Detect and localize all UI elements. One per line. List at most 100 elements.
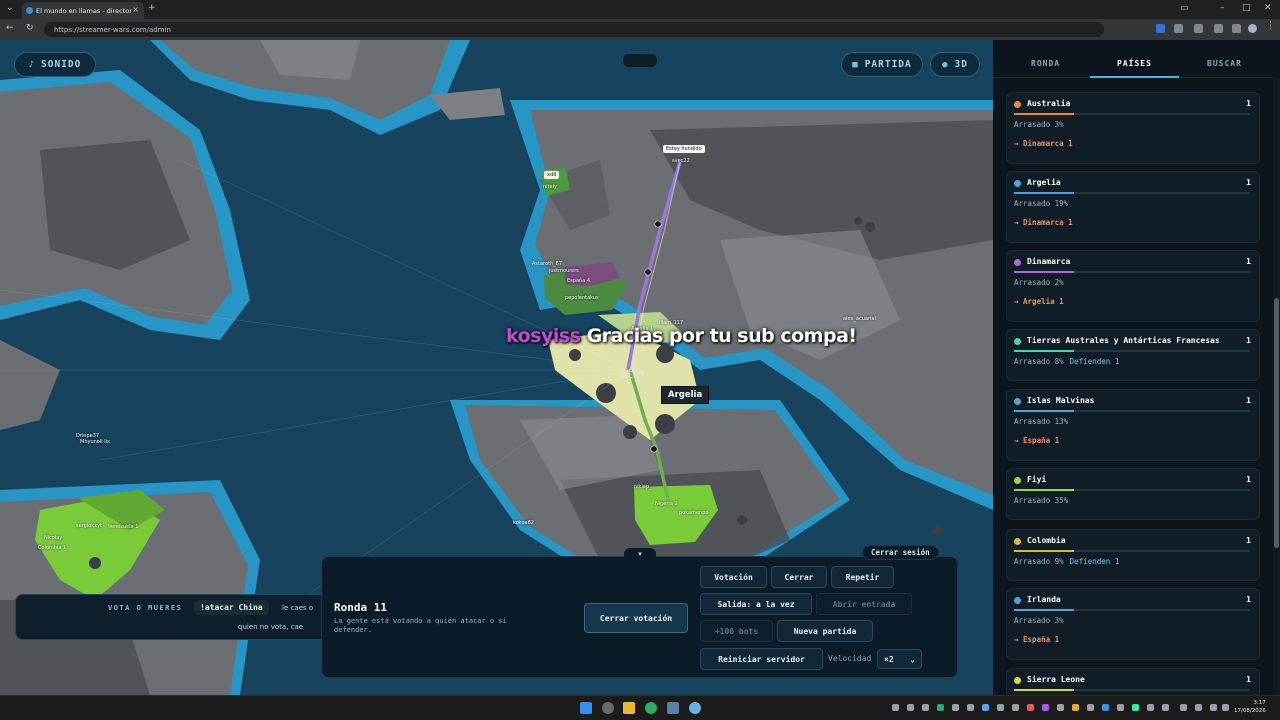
devastation-bar-fill [1014,192,1074,194]
tab-title: El mundo en llamas - director [36,6,132,15]
map-label: Mhyunoll lix [80,439,110,445]
tray-icon[interactable] [997,704,1004,711]
reload-icon[interactable]: ↻ [26,23,34,33]
devastation-bar [1014,609,1250,611]
close-window-icon[interactable]: ✕ [1264,3,1272,13]
country-card[interactable]: Australia 1 Arrasado 3% → Dinamarca 1 [1006,92,1260,164]
tray-icon[interactable] [1057,704,1064,711]
tray-icon[interactable] [967,704,974,711]
map-label: Astaroth_87 [532,261,563,267]
country-player-count: 1 [1246,396,1251,405]
tab-round[interactable]: RONDA [1031,59,1060,68]
start-icon[interactable] [580,702,592,714]
tray-icon[interactable] [937,704,944,711]
window-icon[interactable]: ▭ [1180,3,1189,13]
tray-icon[interactable] [1102,704,1109,711]
extensions-icon[interactable] [1214,24,1223,33]
wifi-icon[interactable] [1210,704,1217,711]
steam-icon[interactable] [667,702,679,714]
tab-search-icon[interactable]: ⌄ [6,3,14,13]
close-button[interactable]: Cerrar [771,566,827,588]
bookmarks-icon[interactable] [1232,24,1241,33]
attack-target: → Argelia 1 [1014,297,1064,306]
tray-icon[interactable] [1195,704,1202,711]
defend-text: Defienden 1 [1069,357,1120,366]
vote-button[interactable]: Votación [700,566,767,588]
tray-icon[interactable] [1180,704,1187,711]
sound-button[interactable]: ♪ SONIDO [14,52,96,77]
country-card[interactable]: Fiyi 1 Arrasado 35% [1006,468,1260,520]
browser-toolbar: ← ↻ https://streamer-wars.com/admin ⋮ [0,19,1280,40]
scrollbar-thumb[interactable] [1274,298,1279,548]
tray-icon[interactable] [1147,704,1154,711]
system-clock[interactable]: 3:17 17/08/2026 [1234,699,1266,715]
tray-icon[interactable] [1087,704,1094,711]
speed-value: ×2 [884,654,894,664]
collapse-panel-icon[interactable]: ▾ [624,548,656,560]
country-card[interactable]: Irlanda 1 Arrasado 3% → España 1 [1006,588,1260,660]
tray-icon[interactable] [1012,704,1019,711]
tray-icon[interactable] [1027,704,1034,711]
sound-label: SONIDO [41,59,82,70]
tray-icon[interactable] [952,704,959,711]
tray-icon[interactable] [1117,704,1124,711]
close-tab-icon[interactable]: × [132,5,139,14]
devastation-bar [1014,550,1250,552]
sidebar-scrollbar[interactable] [1273,78,1280,695]
country-card[interactable]: Islas Malvinas 1 Arrasado 13% → España 1 [1006,389,1260,461]
volume-icon[interactable] [1222,704,1229,711]
map-label: Colombia 1 [38,545,67,551]
devastation-text: Arrasado 8% [1014,357,1064,366]
open-entry-button[interactable]: Abrir entrada [816,593,912,615]
extension-icon[interactable] [1174,24,1183,33]
country-player-count: 1 [1246,178,1251,187]
tray-icon[interactable] [1132,704,1139,711]
tray-icon[interactable] [1072,704,1079,711]
minimize-icon[interactable]: – [1220,3,1225,13]
tray-icon[interactable] [1162,704,1169,711]
map-label: alex_acuarial [843,316,876,322]
tab-search[interactable]: BUSCAR [1207,59,1242,68]
folder-icon[interactable] [623,702,635,714]
add-bots-button[interactable]: +100 bots [700,620,773,642]
devastation-bar [1014,489,1250,491]
tray-icon[interactable] [922,704,929,711]
back-icon[interactable]: ← [6,23,14,33]
browser-tab-strip: ⌄ El mundo en llamas - director × + ▭ – … [0,0,1280,19]
menu-icon[interactable]: ⋮ [1266,21,1275,31]
country-card[interactable]: Sierra Leone 1 [1006,668,1260,698]
tray-icon[interactable] [1042,704,1049,711]
close-vote-button[interactable]: Cerrar votación [584,603,688,633]
search-icon[interactable] [602,702,614,714]
devastation-bar [1014,113,1250,115]
new-tab-button[interactable]: + [148,3,156,13]
view-3d-button[interactable]: ● 3D [930,52,980,77]
repeat-button[interactable]: Repetir [831,566,894,588]
new-match-button[interactable]: Nueva partida [777,620,873,642]
speed-select[interactable]: ×2 ⌄ [877,649,922,669]
country-player-count: 1 [1246,257,1251,266]
tray-icon[interactable] [982,704,989,711]
map-label: sergiokxyt [76,523,103,529]
close-session-button[interactable]: Cerrar sesión [862,545,939,560]
extension-icon[interactable] [1156,24,1165,33]
extension-icon[interactable] [1194,24,1203,33]
tray-icon[interactable] [892,704,899,711]
match-button[interactable]: ■ PARTIDA [841,52,923,77]
country-card[interactable]: Colombia 1 Arrasado 9% Defienden 1 [1006,529,1260,581]
attack-target: → España 1 [1014,436,1060,445]
country-player-count: 1 [1246,475,1251,484]
tab-countries[interactable]: PAÍSES [1117,59,1152,68]
maximize-icon[interactable]: □ [1242,3,1251,13]
restart-server-button[interactable]: Reiniciar servidor [700,648,823,670]
profile-avatar[interactable] [1248,24,1257,33]
country-card[interactable]: Tierras Australes y Antárticas Francesas… [1006,329,1260,381]
exit-mode-button[interactable]: Salida: a la vez [700,593,812,615]
browser-icon[interactable] [645,702,657,714]
address-bar[interactable]: https://streamer-wars.com/admin [44,22,1104,37]
country-card[interactable]: Dinamarca 1 Arrasado 2% → Argelia 1 [1006,250,1260,322]
browser-tab[interactable]: El mundo en llamas - director × [22,2,144,19]
country-card[interactable]: Argelia 1 Arrasado 19% → Dinamarca 1 [1006,171,1260,243]
app-icon[interactable] [689,702,701,714]
tray-icon[interactable] [907,704,914,711]
